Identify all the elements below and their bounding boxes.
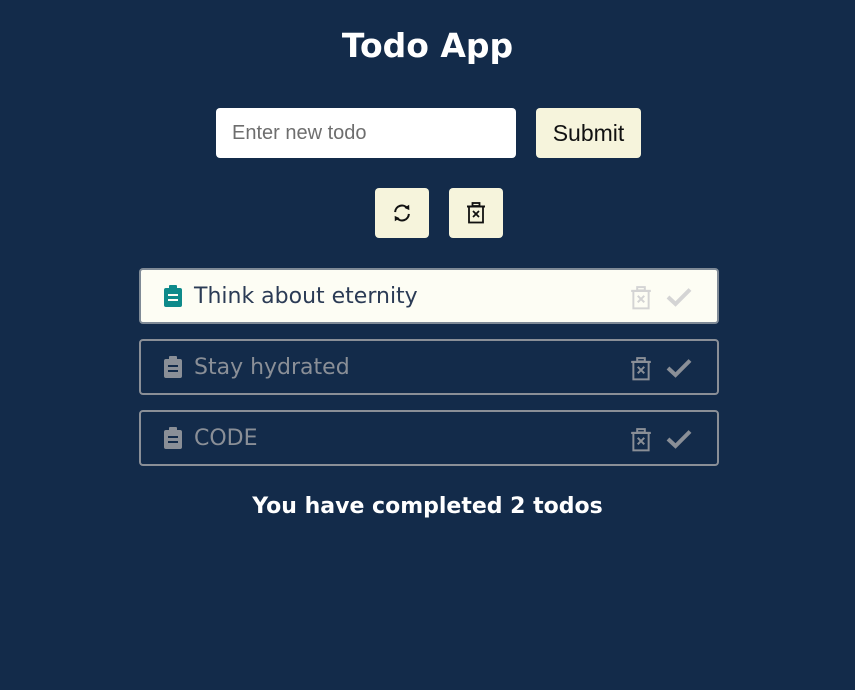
clipboard-icon bbox=[164, 427, 182, 449]
trash-icon[interactable] bbox=[630, 286, 652, 310]
trash-icon[interactable] bbox=[630, 357, 652, 381]
check-icon[interactable] bbox=[666, 287, 692, 307]
refresh-button[interactable] bbox=[375, 188, 429, 238]
todo-item[interactable]: Stay hydrated bbox=[139, 339, 719, 395]
todo-item[interactable]: Think about eternity bbox=[139, 268, 719, 324]
clipboard-icon bbox=[164, 356, 182, 378]
todo-item[interactable]: CODE bbox=[139, 410, 719, 466]
todo-text: Stay hydrated bbox=[194, 355, 350, 380]
clear-all-button[interactable] bbox=[449, 188, 503, 238]
check-icon[interactable] bbox=[666, 429, 692, 449]
todo-text: Think about eternity bbox=[194, 284, 418, 309]
submit-button[interactable]: Submit bbox=[536, 108, 641, 158]
refresh-icon bbox=[394, 204, 410, 222]
new-todo-input[interactable] bbox=[216, 108, 516, 158]
todo-text: CODE bbox=[194, 426, 258, 451]
clipboard-icon bbox=[164, 285, 182, 307]
trash-icon[interactable] bbox=[630, 428, 652, 452]
check-icon[interactable] bbox=[666, 358, 692, 378]
app-title: Todo App bbox=[341, 26, 514, 65]
completed-status: You have completed 2 todos bbox=[252, 494, 603, 519]
delete-all-icon bbox=[467, 202, 485, 224]
